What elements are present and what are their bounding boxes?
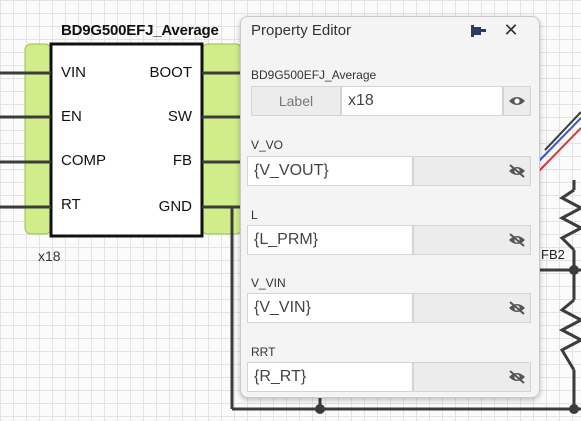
component-title: BD9G500EFJ_Average	[61, 22, 219, 39]
pin-label-vin: VIN	[61, 64, 87, 81]
rrt-visibility-toggle[interactable]	[503, 362, 531, 392]
junction-dot	[569, 265, 579, 275]
junction-dot	[569, 404, 579, 414]
pin-label-fb: FB	[172, 152, 192, 169]
net-label-fb2: FB2	[541, 247, 565, 262]
v-vin-visibility-toggle[interactable]	[503, 293, 531, 323]
property-value-v-vin[interactable]: {V_VIN}	[247, 293, 413, 323]
component-reference: x18	[38, 248, 61, 264]
property-label-rrt: RRT	[251, 345, 276, 359]
property-label-v-vin: V_VIN	[251, 276, 286, 290]
eye-off-icon	[509, 301, 525, 315]
junction-dot	[315, 404, 325, 414]
component-name-label: BD9G500EFJ_Average	[251, 68, 377, 82]
pin-label-boot: BOOT	[149, 64, 192, 81]
label-tag: Label	[251, 86, 341, 116]
panel-header[interactable]: Property Editor ✕	[241, 17, 539, 45]
eye-off-icon	[509, 164, 525, 178]
eye-icon	[509, 97, 525, 105]
panel-title: Property Editor	[251, 22, 352, 39]
property-value-l[interactable]: {L_PRM}	[247, 225, 413, 255]
pin-label-en: EN	[61, 108, 82, 125]
property-editor-panel[interactable]: Property Editor ✕ BD9G500EFJ_Average Lab…	[240, 16, 540, 398]
resistor-bottom[interactable]	[558, 298, 581, 371]
pin-label-rt: RT	[61, 196, 81, 213]
resistor-top[interactable]	[558, 188, 581, 252]
pin-label-gnd: GND	[158, 198, 192, 215]
property-value-v-vo[interactable]: {V_VOUT}	[247, 156, 413, 186]
pin-label-comp: COMP	[61, 152, 106, 169]
close-icon: ✕	[503, 20, 519, 40]
pin-button[interactable]	[467, 21, 487, 41]
l-visibility-toggle[interactable]	[503, 225, 531, 255]
eye-off-icon	[509, 233, 525, 247]
eye-off-icon	[509, 370, 525, 384]
pin-label-sw: SW	[167, 108, 192, 125]
property-label-l: L	[251, 208, 258, 222]
label-value-field[interactable]: x18	[341, 86, 503, 116]
v-vo-visibility-toggle[interactable]	[503, 156, 531, 186]
close-button[interactable]: ✕	[501, 19, 521, 41]
label-visibility-toggle[interactable]	[503, 86, 531, 116]
pin-icon	[471, 25, 486, 37]
property-value-rrt[interactable]: {R_RT}	[247, 362, 413, 392]
property-label-v-vo: V_VO	[251, 138, 284, 152]
